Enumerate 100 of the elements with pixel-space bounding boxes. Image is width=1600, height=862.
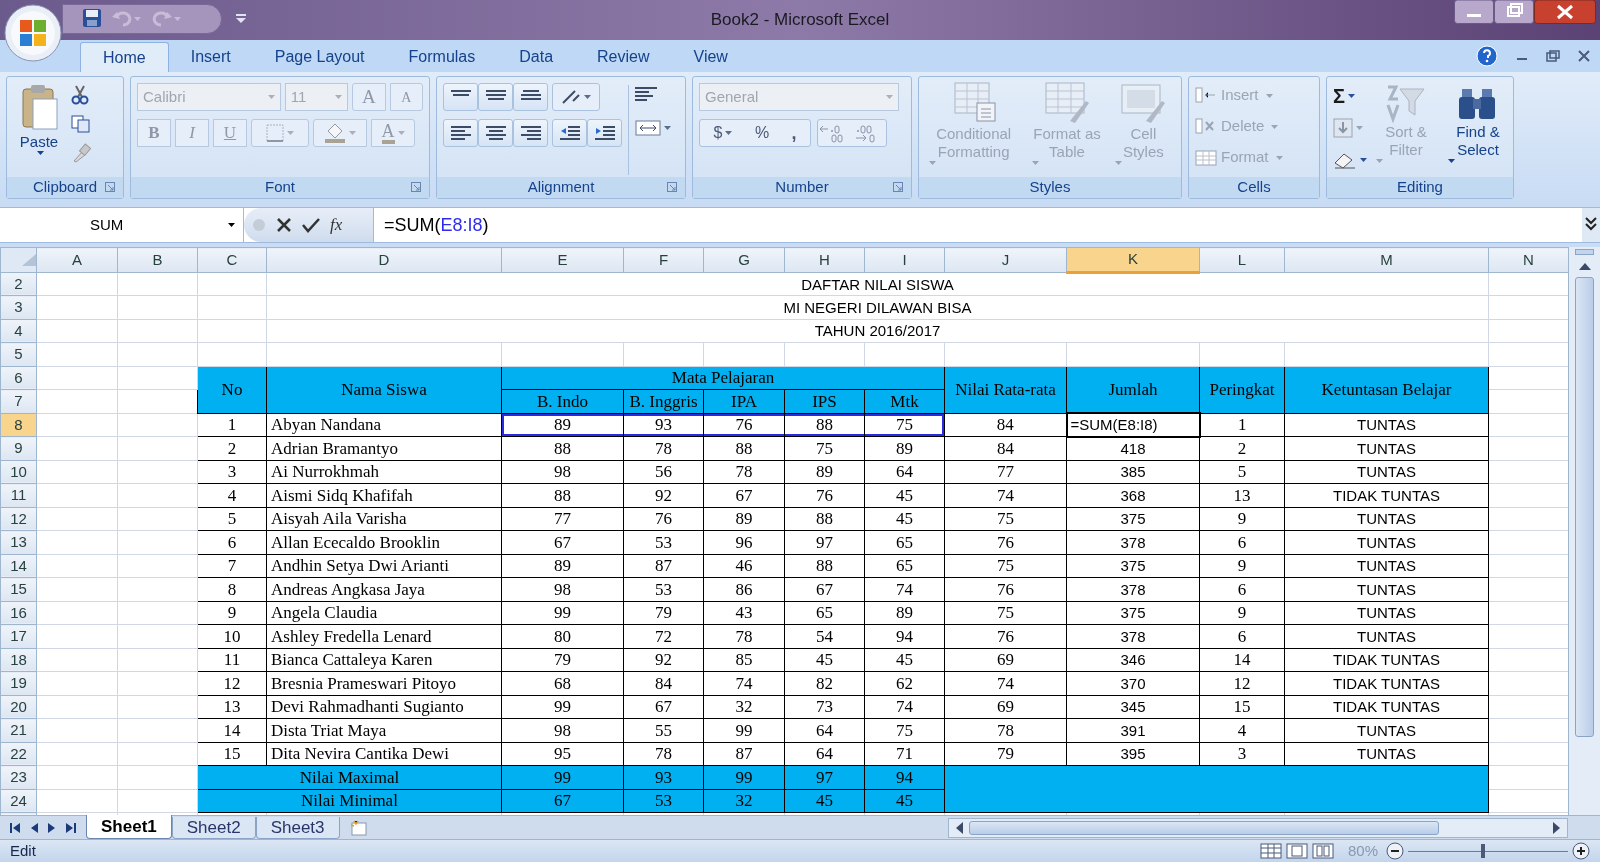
ribbon-tab[interactable]: Insert [168, 42, 253, 72]
table-cell: 3 [1199, 742, 1285, 766]
column-header[interactable]: D [266, 247, 502, 272]
row-header[interactable]: 8 [0, 413, 37, 437]
vertical-scrollbar[interactable] [1568, 247, 1600, 815]
previous-sheet-icon[interactable] [30, 822, 38, 833]
ribbon-tab[interactable]: Data [497, 42, 576, 72]
merge-center-icon[interactable] [635, 119, 661, 137]
table-cell: 46 [703, 554, 785, 578]
cancel-icon[interactable] [276, 217, 292, 233]
row-header[interactable]: 20 [0, 695, 37, 719]
row-header[interactable]: 15 [0, 577, 37, 601]
percent-button[interactable]: % [746, 120, 778, 146]
row-header[interactable]: 7 [0, 389, 37, 413]
column-header[interactable]: L [1199, 247, 1285, 272]
row-header[interactable]: 18 [0, 648, 37, 672]
paste-button[interactable]: Paste [13, 83, 65, 177]
zoom-in-icon[interactable] [1572, 842, 1590, 861]
expand-icon[interactable] [1582, 208, 1600, 242]
ribbon-tab[interactable]: Home [80, 42, 169, 72]
row-header[interactable]: 22 [0, 742, 37, 766]
comma-button[interactable]: , [778, 120, 810, 146]
row-header[interactable]: 19 [0, 671, 37, 695]
align-right-icon[interactable] [520, 124, 541, 142]
close-icon[interactable] [1534, 0, 1596, 24]
office-button-icon[interactable] [4, 4, 62, 62]
decrease-indent-icon[interactable] [559, 124, 580, 142]
row-header[interactable]: 11 [0, 483, 37, 507]
table-cell: Nilai Rata-rata [944, 366, 1067, 413]
row-header[interactable]: 21 [0, 718, 37, 742]
zoom-out-icon[interactable] [1386, 842, 1404, 861]
name-box[interactable]: SUM [0, 208, 244, 242]
close-icon[interactable] [1578, 50, 1590, 62]
column-header[interactable]: J [944, 247, 1067, 272]
row-header[interactable]: 2 [0, 272, 37, 296]
minimize-icon[interactable] [1454, 0, 1494, 24]
zoom-slider-thumb[interactable] [1481, 844, 1486, 859]
eraser-icon[interactable] [1333, 151, 1357, 169]
help-icon[interactable] [1476, 45, 1498, 67]
align-center-icon[interactable] [485, 124, 506, 142]
ribbon-tab[interactable]: Review [575, 42, 672, 72]
row-header[interactable]: 9 [0, 436, 37, 460]
last-sheet-icon[interactable] [66, 822, 76, 833]
enter-icon[interactable] [302, 217, 320, 233]
row-header[interactable]: 3 [0, 295, 37, 319]
ribbon-tab[interactable]: Page Layout [252, 42, 387, 72]
row-header[interactable]: 10 [0, 460, 37, 484]
normal-view-icon[interactable] [1259, 843, 1282, 860]
row-header[interactable]: 16 [0, 601, 37, 625]
ribbon-tab[interactable]: View [671, 42, 750, 72]
ribbon-tab[interactable]: Formulas [386, 42, 498, 72]
sheet-tab[interactable]: Sheet3 [255, 817, 340, 839]
autosum-button[interactable]: Σ [1333, 83, 1367, 109]
formula-text[interactable]: =SUM(E8:I8) [374, 208, 489, 242]
restore-icon[interactable] [1494, 0, 1534, 24]
dialog-launcher-icon[interactable] [893, 182, 903, 192]
column-header[interactable]: I [864, 247, 945, 272]
table-cell: Adrian Bramantyo [266, 436, 502, 460]
column-header[interactable]: A [36, 247, 118, 272]
sheet-tab[interactable]: Sheet2 [171, 817, 256, 839]
increase-indent-icon[interactable] [594, 124, 615, 142]
column-header[interactable]: G [703, 247, 785, 272]
column-header[interactable]: N [1488, 247, 1568, 272]
copy-icon[interactable] [71, 115, 91, 133]
dialog-launcher-icon[interactable] [105, 182, 115, 192]
restore-icon[interactable] [1546, 50, 1560, 62]
column-header[interactable]: C [197, 247, 267, 272]
column-header[interactable]: B [117, 247, 198, 272]
column-header[interactable]: H [784, 247, 865, 272]
page-break-view-icon[interactable] [1311, 843, 1334, 860]
currency-button[interactable]: $ [700, 120, 746, 146]
column-header[interactable]: K [1066, 247, 1200, 272]
row-header[interactable]: 5 [0, 342, 37, 366]
row-header[interactable]: 24 [0, 789, 37, 813]
column-header[interactable]: M [1284, 247, 1489, 272]
sheet-tab[interactable]: Sheet1 [86, 815, 172, 839]
first-sheet-icon[interactable] [10, 822, 20, 833]
align-left-icon[interactable] [450, 124, 471, 142]
orientation-button[interactable] [552, 83, 600, 111]
find-select-button[interactable]: Find & Select [1445, 83, 1511, 177]
insert-function-button[interactable]: fx [330, 212, 343, 238]
row-header[interactable]: 14 [0, 554, 37, 578]
row-header[interactable]: 6 [0, 366, 37, 390]
row-header[interactable]: 12 [0, 507, 37, 531]
dialog-launcher-icon[interactable] [667, 182, 677, 192]
table-cell: 75 [944, 601, 1067, 625]
row-header[interactable]: 17 [0, 624, 37, 648]
dialog-launcher-icon[interactable] [411, 182, 421, 192]
next-sheet-icon[interactable] [48, 822, 56, 833]
row-header[interactable]: 13 [0, 530, 37, 554]
horizontal-scrollbar[interactable] [948, 817, 1568, 838]
row-header[interactable]: 4 [0, 319, 37, 343]
column-header[interactable]: F [623, 247, 704, 272]
column-header[interactable]: E [501, 247, 624, 272]
page-layout-view-icon[interactable] [1285, 843, 1308, 860]
fill-color-button[interactable] [313, 119, 367, 147]
customize-icon[interactable] [236, 14, 246, 24]
scissors-icon[interactable] [71, 85, 89, 105]
row-header[interactable]: 23 [0, 765, 37, 789]
save-icon[interactable] [82, 8, 102, 28]
